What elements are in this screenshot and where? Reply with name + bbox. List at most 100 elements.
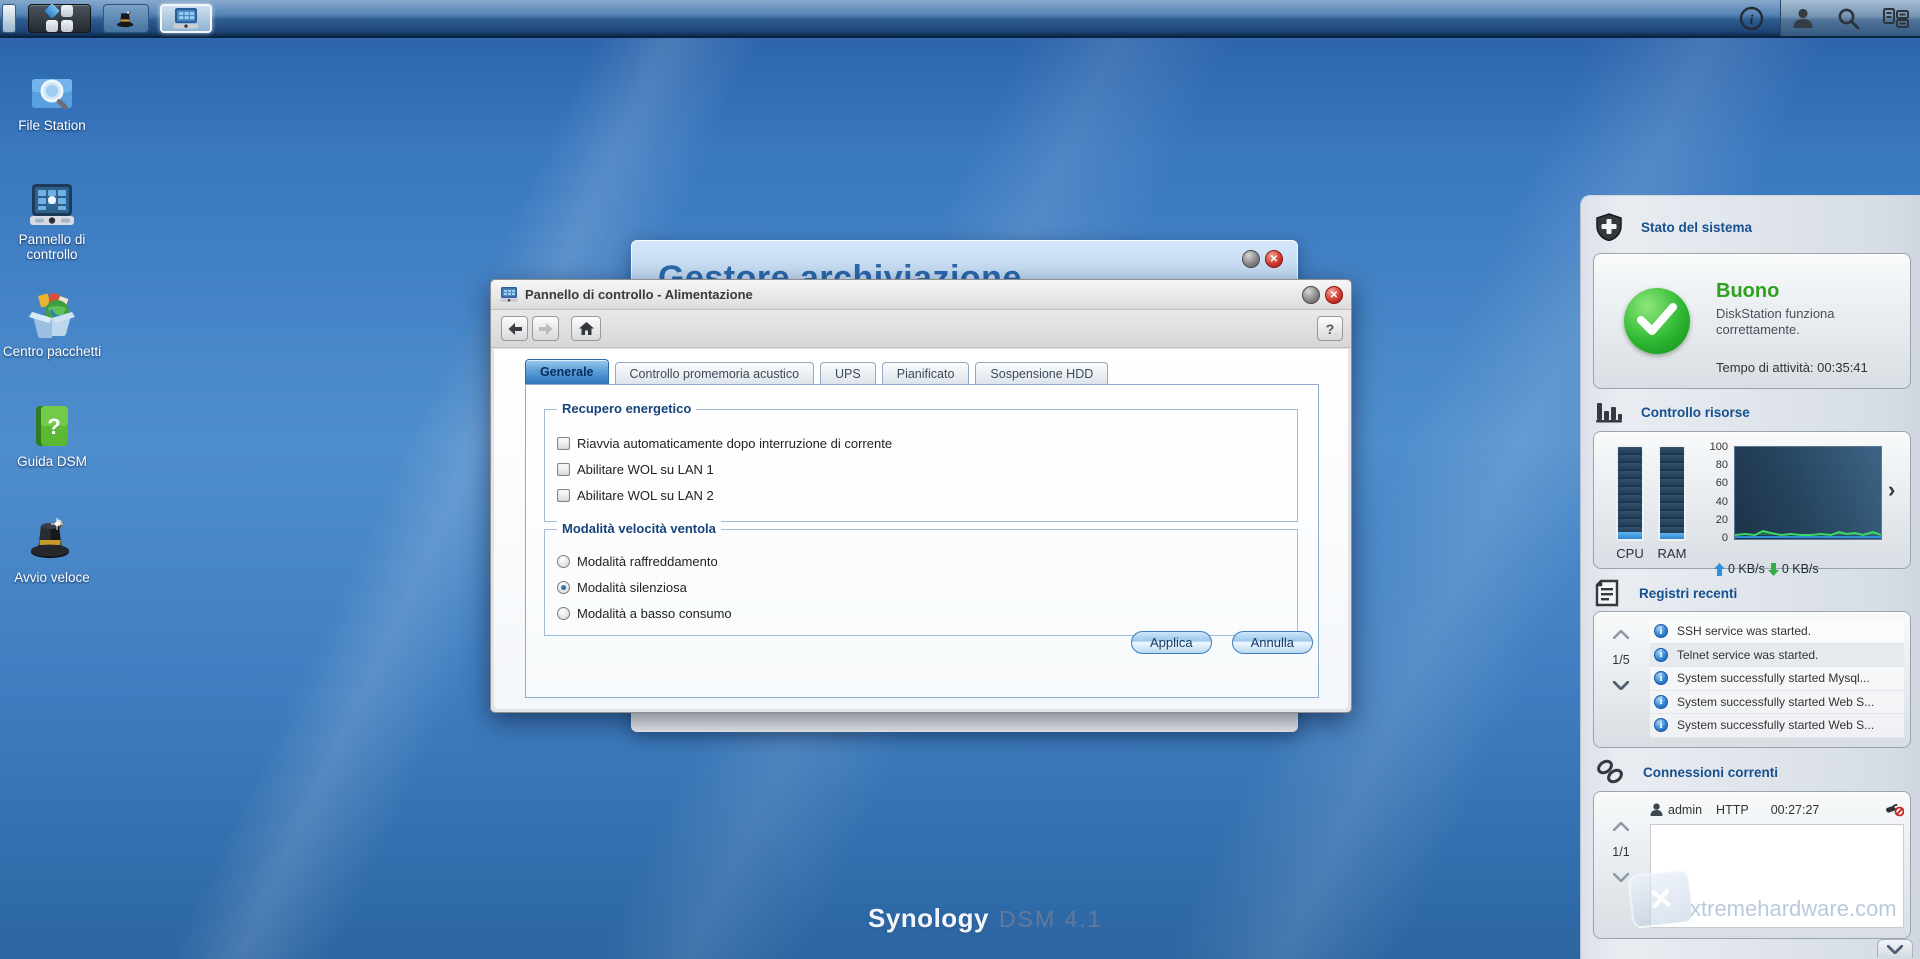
shield-icon: [1596, 213, 1622, 241]
connection-list-area: [1650, 824, 1904, 928]
low-power-mode-radio[interactable]: [557, 607, 570, 620]
help-button[interactable]: ?: [1317, 316, 1343, 341]
dialog-buttons: Applica Annulla: [1130, 631, 1313, 654]
checkbox-label: Abilitare WOL su LAN 1: [577, 462, 714, 477]
connection-user: admin: [1668, 802, 1703, 817]
tab-ups[interactable]: UPS: [820, 362, 876, 384]
search-button[interactable]: [1837, 7, 1860, 30]
radio-label: Modalità silenziosa: [577, 580, 687, 595]
cancel-button[interactable]: Annulla: [1231, 631, 1313, 654]
chevron-up-icon[interactable]: [1613, 822, 1629, 831]
main-menu-button[interactable]: [28, 3, 91, 33]
wol-lan1-checkbox[interactable]: [557, 463, 570, 476]
apply-button[interactable]: Applica: [1130, 631, 1212, 654]
log-row[interactable]: i Telnet service was started.: [1650, 643, 1904, 667]
upload-speed: 0 KB/s: [1728, 562, 1765, 576]
show-desktop-button[interactable]: [2, 4, 16, 33]
log-row[interactable]: i System successfully started Web S...: [1650, 714, 1904, 738]
checkbox-label: Riavvia automaticamente dopo interruzion…: [577, 436, 893, 451]
cpu-usage-bar: [1616, 445, 1644, 541]
resource-monitor-header: Controllo risorse: [1595, 399, 1750, 425]
connection-protocol: HTTP: [1716, 802, 1749, 817]
quick-launch-button[interactable]: [103, 4, 149, 33]
checkbox-label: Abilitare WOL su LAN 2: [577, 488, 714, 503]
svg-text:?: ?: [47, 414, 60, 439]
info-icon: i: [1654, 718, 1668, 733]
radio-row: Modalità a basso consumo: [557, 606, 732, 621]
user-icon: [1650, 802, 1663, 816]
back-button[interactable]: [501, 316, 528, 341]
expand-resource-arrow[interactable]: ›: [1888, 479, 1895, 501]
cool-mode-radio[interactable]: [557, 555, 570, 568]
bar-chart-icon: [1596, 403, 1622, 423]
magic-hat-icon: [31, 518, 69, 558]
minimize-button[interactable]: [1302, 286, 1320, 304]
quiet-mode-radio[interactable]: [557, 581, 570, 594]
log-row[interactable]: i SSH service was started.: [1650, 620, 1904, 644]
cpu-label: CPU: [1616, 546, 1644, 561]
close-icon[interactable]: ✕: [1325, 286, 1343, 304]
resource-monitor-box: CPU RAM 100 80 60 40 20 0 › 0 KB/s 0 KB/…: [1593, 431, 1911, 576]
power-recovery-group: Recupero energetico Riavvia automaticame…: [544, 401, 1298, 522]
info-icon: i: [1654, 671, 1668, 686]
chevron-down-icon[interactable]: [1613, 873, 1629, 882]
disconnect-icon[interactable]: [1884, 802, 1904, 817]
chain-link-icon: [1597, 759, 1623, 784]
recent-logs-header: Registri recenti: [1595, 579, 1737, 607]
dsm-help-icon: ?: [36, 406, 68, 446]
collapse-widget-tab[interactable]: [1877, 939, 1913, 958]
power-settings-dialog: Pannello di controllo - Alimentazione ✕ …: [490, 279, 1352, 713]
upload-arrow-icon: [1714, 562, 1725, 576]
log-row[interactable]: i System successfully started Web S...: [1650, 690, 1904, 714]
graph-axis: 100 80 60 40 20 0: [1709, 441, 1728, 544]
close-icon[interactable]: ✕: [1265, 250, 1283, 268]
system-health-header: Stato del sistema: [1595, 213, 1752, 241]
control-panel-window-icon: [500, 286, 518, 302]
desktop: File Station Pannello di controllo Centr…: [0, 0, 1920, 959]
main-menu-icon: [44, 3, 73, 32]
chevron-down-icon[interactable]: [1613, 681, 1629, 690]
chevron-up-icon[interactable]: [1613, 630, 1629, 639]
info-icon: i: [1654, 647, 1668, 662]
dialog-titlebar[interactable]: Pannello di controllo - Alimentazione ✕: [491, 280, 1351, 310]
tab-controllo-promemoria-acustico[interactable]: Controllo promemoria acustico: [614, 362, 815, 384]
minimize-button[interactable]: [1242, 250, 1260, 268]
forward-button[interactable]: [532, 316, 559, 341]
wol-lan2-checkbox[interactable]: [557, 489, 570, 502]
current-connections-box: 1/1 admin HTTP 00:27:27: [1593, 791, 1911, 939]
info-button[interactable]: i: [1739, 6, 1764, 31]
log-row[interactable]: i System successfully started Mysql...: [1650, 667, 1904, 691]
home-button[interactable]: [571, 316, 601, 341]
checkbox-row: Abilitare WOL su LAN 1: [557, 462, 714, 477]
pilot-view-button[interactable]: [1882, 8, 1909, 28]
checkbox-row: Riavvia automaticamente dopo interruzion…: [557, 436, 892, 451]
widget-title: Controllo risorse: [1641, 404, 1750, 420]
desktop-icon-dsm-help[interactable]: ? Guida DSM: [0, 402, 104, 469]
connection-row[interactable]: admin HTTP 00:27:27: [1650, 802, 1904, 817]
taskbar-control-panel-window-button[interactable]: [160, 4, 212, 33]
current-connections-header: Connessioni correnti: [1595, 759, 1778, 785]
synology-brand: Synology: [868, 903, 990, 933]
desktop-icon-control-panel[interactable]: Pannello di controllo: [0, 182, 104, 262]
group-legend: Modalità velocità ventola: [557, 521, 721, 536]
tab-pianificato[interactable]: Pianificato: [881, 362, 970, 384]
group-legend: Recupero energetico: [557, 401, 697, 416]
package-center-icon: [29, 293, 75, 339]
desktop-icon-file-station[interactable]: File Station: [0, 62, 104, 133]
desktop-icon-package-center[interactable]: Centro pacchetti: [0, 290, 104, 359]
tab-generale[interactable]: Generale: [525, 359, 609, 384]
info-icon: i: [1654, 694, 1668, 709]
tab-sospensione-hdd[interactable]: Sospensione HDD: [975, 362, 1109, 384]
ram-usage-bar: [1658, 445, 1686, 541]
widget-title: Stato del sistema: [1641, 219, 1753, 235]
connections-pager: 1/1: [1604, 822, 1638, 882]
desktop-icon-quick-start[interactable]: Avvio veloce: [0, 512, 104, 585]
widget-title: Registri recenti: [1639, 585, 1738, 601]
widget-title: Connessioni correnti: [1643, 764, 1779, 780]
log-document-icon: [1595, 579, 1619, 607]
desktop-icon-label: Guida DSM: [17, 454, 87, 469]
magic-hat-icon: [117, 11, 134, 27]
search-icon: [1838, 8, 1860, 29]
restart-after-power-failure-checkbox[interactable]: [557, 437, 570, 450]
user-menu-button[interactable]: [1792, 7, 1814, 29]
